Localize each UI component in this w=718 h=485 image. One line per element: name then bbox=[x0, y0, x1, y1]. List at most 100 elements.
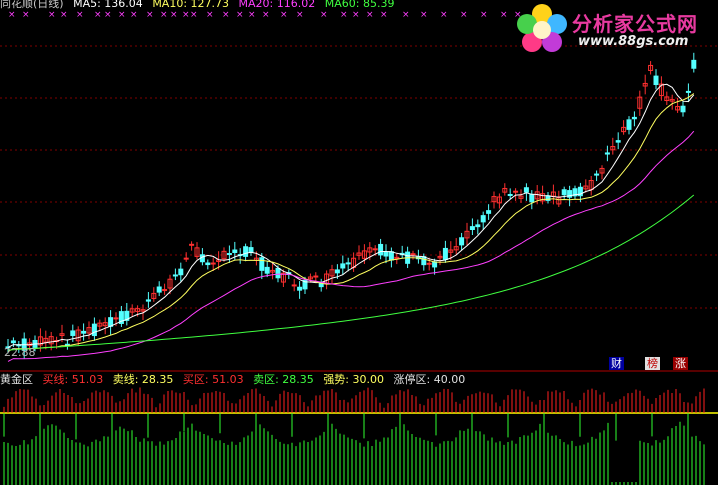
limit-zone-label: 涨停区: 40.00 bbox=[393, 373, 466, 386]
signal-marker: × bbox=[130, 10, 138, 20]
signal-marker: × bbox=[280, 10, 288, 20]
candle-body bbox=[631, 116, 637, 120]
candle-body bbox=[156, 286, 162, 293]
candle-body bbox=[145, 299, 151, 302]
signal-marker: × bbox=[352, 10, 360, 20]
signal-marker: × bbox=[22, 10, 30, 20]
candle-body bbox=[469, 226, 475, 231]
chart-title: 同花顺(日线) bbox=[0, 0, 64, 10]
candle-body bbox=[475, 224, 481, 228]
candle-body bbox=[615, 140, 621, 143]
candle-body bbox=[378, 243, 384, 256]
indicator-header: 黄金区 买线: 51.03 卖线: 28.35 买区: 51.03 卖区: 28… bbox=[0, 373, 471, 387]
signal-marker: × bbox=[48, 10, 56, 20]
candle-body bbox=[410, 253, 416, 256]
signal-marker: × bbox=[420, 10, 428, 20]
candle-body bbox=[340, 263, 346, 269]
signal-marker: × bbox=[182, 10, 190, 20]
candle-body bbox=[313, 275, 319, 278]
ma5-label: MA5: 136.04 bbox=[73, 0, 143, 10]
signal-marker: × bbox=[190, 10, 198, 20]
candle-body bbox=[334, 269, 340, 274]
signal-marker: × bbox=[222, 10, 230, 20]
candle-body bbox=[113, 317, 119, 320]
candle-body bbox=[162, 289, 168, 292]
indicator-name: 黄金区 bbox=[0, 373, 33, 386]
candle-body bbox=[264, 266, 270, 274]
candle-body bbox=[561, 189, 567, 196]
signal-marker: × bbox=[262, 10, 270, 20]
candle-body bbox=[421, 256, 427, 266]
watermark-title: 分析家公式网 bbox=[572, 12, 698, 36]
candle-body bbox=[178, 268, 184, 276]
candle-body bbox=[529, 194, 535, 203]
signal-marker: × bbox=[320, 10, 328, 20]
candle-body bbox=[81, 330, 87, 334]
candle-body bbox=[183, 257, 189, 260]
finance-badge[interactable]: 财 bbox=[609, 357, 624, 370]
signal-marker: × bbox=[480, 10, 488, 20]
price-low-label: 22.88 bbox=[4, 346, 36, 359]
signal-marker: × bbox=[146, 10, 154, 20]
candle-body bbox=[480, 215, 486, 223]
candle-body bbox=[513, 190, 519, 193]
limit-up-badge[interactable]: 涨 bbox=[673, 357, 688, 370]
signal-marker: × bbox=[340, 10, 348, 20]
stock-chart-window: × × × × × × × × × × × × × × × × × × × × × × × × × × × × × × × × × 同花顺(日线… bbox=[0, 0, 718, 485]
strong-label: 强势: 30.00 bbox=[323, 373, 385, 386]
candle-body bbox=[275, 267, 281, 279]
candle-body bbox=[205, 262, 211, 266]
candle-body bbox=[345, 262, 351, 265]
candle-body bbox=[685, 90, 691, 93]
signal-marker: × bbox=[380, 10, 388, 20]
chart-header: 同花顺(日线) MA5: 136.04 MA10: 127.73 MA20: 1… bbox=[0, 0, 400, 11]
sell-zone-label: 卖区: 28.35 bbox=[253, 373, 314, 386]
signal-marker: × bbox=[296, 10, 304, 20]
buy-zone-label: 买区: 51.03 bbox=[182, 373, 244, 386]
candle-body bbox=[243, 246, 249, 257]
candle-body bbox=[442, 247, 448, 260]
signal-marker: × bbox=[94, 10, 102, 20]
candle-body bbox=[594, 173, 600, 176]
flower-icon bbox=[517, 4, 567, 52]
signal-marker: × bbox=[460, 10, 468, 20]
signal-marker: × bbox=[170, 10, 178, 20]
candlestick-chart[interactable]: × × × × × × × × × × × × × × × × × × × × × × × × × × × × × × × × × bbox=[0, 0, 718, 485]
ma20-label: MA20: 116.02 bbox=[238, 0, 316, 10]
signal-marker: × bbox=[76, 10, 84, 20]
candle-body bbox=[291, 284, 297, 287]
candle-body bbox=[259, 257, 265, 271]
signal-marker: × bbox=[160, 10, 168, 20]
signal-marker: × bbox=[500, 10, 508, 20]
candle-body bbox=[383, 251, 389, 257]
candle-body bbox=[10, 340, 16, 344]
ma10-label: MA10: 127.73 bbox=[152, 0, 230, 10]
candle-body bbox=[172, 274, 178, 277]
watermark-logo: 分析家公式网 www.88gs.com bbox=[514, 2, 718, 58]
candle-body bbox=[604, 152, 610, 155]
signal-marker: × bbox=[236, 10, 244, 20]
candle-body bbox=[372, 248, 378, 251]
candle-body bbox=[459, 237, 465, 246]
candle-body bbox=[486, 210, 492, 214]
signal-marker: × bbox=[8, 10, 16, 20]
signal-marker: × bbox=[440, 10, 448, 20]
candle-body bbox=[507, 194, 513, 197]
signal-marker: × bbox=[206, 10, 214, 20]
candle-body bbox=[70, 330, 76, 336]
candle-body bbox=[210, 262, 216, 265]
watermark-url: www.88gs.com bbox=[578, 34, 689, 49]
signal-marker: × bbox=[366, 10, 374, 20]
candle-body bbox=[626, 119, 632, 130]
signal-marker: × bbox=[104, 10, 112, 20]
candle-body bbox=[226, 253, 232, 256]
signal-marker: × bbox=[402, 10, 410, 20]
ranking-badge[interactable]: 榜 bbox=[645, 357, 660, 370]
signal-marker: × bbox=[248, 10, 256, 20]
buy-line-label: 买线: 51.03 bbox=[42, 373, 104, 386]
signal-marker: × bbox=[118, 10, 126, 20]
candle-body bbox=[232, 249, 238, 254]
candle-body bbox=[388, 251, 394, 261]
signal-marker: × bbox=[60, 10, 68, 20]
candle-body bbox=[189, 243, 195, 246]
